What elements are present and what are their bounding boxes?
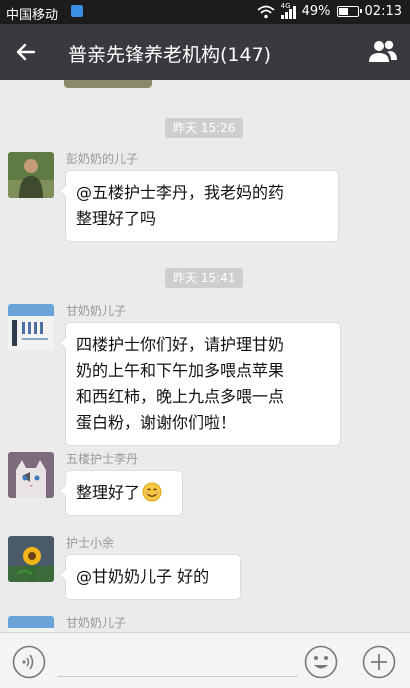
message-line: 奶的上午和下午加多喂点苹果 (76, 361, 285, 380)
message-line: @甘奶奶儿子 好的 (76, 567, 210, 586)
message-bubble[interactable]: @五楼护士李丹，我老妈的药 整理好了吗 (59, 170, 339, 242)
message-line: 蛋白粉，谢谢你们啦！ (76, 413, 237, 432)
sender-name: 五楼护士李丹 (66, 452, 139, 466)
message-line: 整理好了吗 (76, 209, 157, 228)
previous-image-message[interactable] (64, 80, 152, 88)
voice-icon[interactable] (12, 645, 46, 679)
message-bubble[interactable]: @甘奶奶儿子 好的 (59, 554, 241, 600)
status-indicators: 4G 49% 02:13 (257, 1, 402, 19)
signal-icon: 4G (280, 1, 296, 19)
sender-name: 彭奶奶的儿子 (66, 152, 139, 166)
group-title: 普亲先锋养老机构(147) (68, 44, 272, 66)
sender-name: 甘奶奶儿子 (66, 616, 127, 630)
timestamp: 昨天 15:41 (165, 268, 244, 288)
arrow-left-icon[interactable] (14, 40, 38, 64)
message-bubble[interactable]: 四楼护士你们好，请护理甘奶 奶的上午和下午加多喂点苹果 和西红柿，晚上九点多喂一… (59, 322, 341, 446)
smile-emoji-icon (142, 482, 162, 502)
people-icon[interactable] (368, 38, 398, 66)
timestamp: 昨天 15:26 (165, 118, 244, 138)
plus-icon[interactable] (362, 645, 396, 679)
sender-name: 护士小余 (66, 536, 115, 550)
message-line: @五楼护士李丹，我老妈的药 (76, 183, 285, 202)
avatar[interactable] (8, 536, 54, 582)
gallery-notification-icon (71, 5, 83, 17)
status-bar: 中国移动 4G 49% 02:13 (0, 0, 410, 24)
carrier-label: 中国移动 (6, 8, 59, 23)
message-input[interactable] (58, 676, 298, 677)
emoji-icon[interactable] (304, 645, 338, 679)
avatar[interactable] (8, 152, 54, 198)
network-type: 4G (280, 1, 291, 10)
message-line: 整理好了 (76, 483, 141, 502)
chat-header: 普亲先锋养老机构(147) (0, 24, 410, 80)
message-line: 四楼护士你们好，请护理甘奶 (76, 335, 285, 354)
battery-percent: 49% (301, 4, 331, 19)
input-bar (0, 632, 410, 688)
chat-area[interactable]: 昨天 15:26 彭奶奶的儿子 @五楼护士李丹，我老妈的药 整理好了吗 昨天 1… (0, 80, 410, 640)
wifi-icon (257, 5, 275, 18)
battery-icon (336, 6, 362, 17)
clock: 02:13 (364, 4, 402, 19)
sender-name: 甘奶奶儿子 (66, 304, 127, 318)
avatar[interactable] (8, 452, 54, 498)
message-bubble[interactable]: 整理好了 (59, 470, 183, 516)
message-line: 和西红柿，晚上九点多喂一点 (76, 387, 285, 406)
avatar[interactable] (8, 304, 54, 350)
